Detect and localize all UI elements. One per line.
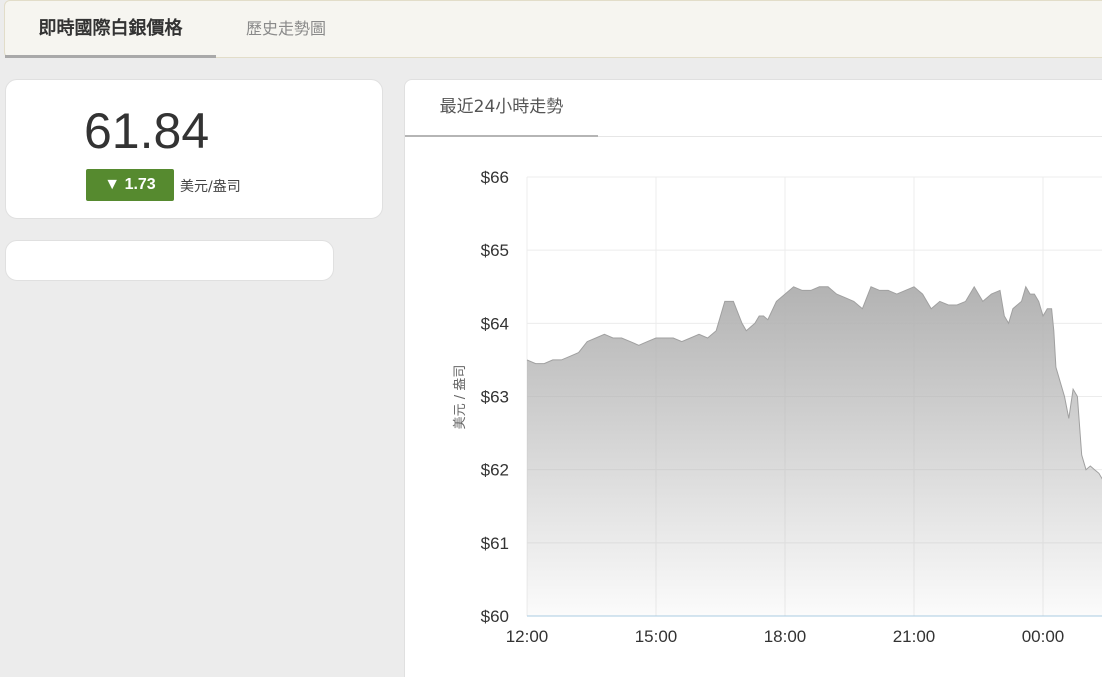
x-tick-label: 21:00 bbox=[893, 627, 936, 646]
price-change-badge: ▼ 1.73 bbox=[86, 169, 174, 201]
price-area-fill bbox=[527, 286, 1102, 616]
y-tick-label: $61 bbox=[481, 534, 509, 553]
tab-live-price[interactable]: 即時國際白銀價格 bbox=[5, 1, 216, 58]
y-tick-label: $63 bbox=[481, 388, 509, 407]
y-tick-label: $60 bbox=[481, 607, 509, 626]
x-tick-label: 15:00 bbox=[635, 627, 678, 646]
y-axis-label: 美元 / 盎司 bbox=[453, 365, 468, 430]
x-tick-label: 00:00 bbox=[1022, 627, 1065, 646]
y-tick-label: $62 bbox=[481, 461, 509, 480]
price-unit: 美元/盎司 bbox=[180, 179, 241, 195]
tab-history-chart[interactable]: 歷史走勢圖 bbox=[246, 1, 326, 57]
y-tick-label: $66 bbox=[481, 168, 509, 187]
x-tick-label: 18:00 bbox=[764, 627, 807, 646]
tab-24h-trend[interactable]: 最近24小時走勢 bbox=[405, 80, 598, 137]
current-price: 61.84 bbox=[84, 103, 210, 159]
y-tick-label: $64 bbox=[481, 314, 509, 333]
tab-bar: 即時國際白銀價格 歷史走勢圖 bbox=[4, 0, 1102, 58]
y-tick-label: $65 bbox=[481, 241, 509, 260]
price-chart: $66 $65 $64 $63 $62 $61 $6012:00 15:00 18:00 21:0… bbox=[453, 168, 1102, 646]
price-card: 61.84 ▼ 1.73 美元/盎司 bbox=[5, 79, 383, 219]
x-tick-label: 12:00 bbox=[506, 627, 549, 646]
empty-card bbox=[5, 240, 334, 281]
